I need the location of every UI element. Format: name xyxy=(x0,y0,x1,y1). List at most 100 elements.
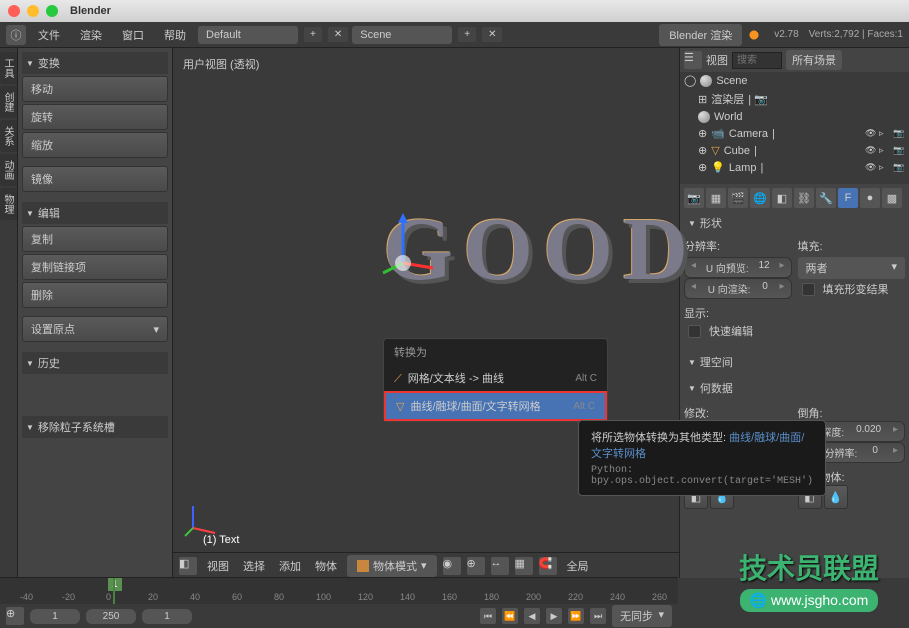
resolution-label: 分辨率: xyxy=(684,238,792,254)
prev-keyframe-button[interactable]: ⏪ xyxy=(502,608,518,624)
prop-tab-modifiers[interactable]: 🔧 xyxy=(816,188,836,208)
layout-remove-button[interactable]: ✕ xyxy=(328,27,348,42)
prop-tab-data[interactable]: F xyxy=(838,188,858,208)
fill-deform-checkbox[interactable] xyxy=(802,283,815,296)
current-frame-field[interactable]: 1 xyxy=(142,609,192,624)
prop-tab-layers[interactable]: ▦ xyxy=(706,188,726,208)
prop-tab-material[interactable]: ● xyxy=(860,188,880,208)
axis-indicator xyxy=(183,498,223,538)
render-engine-selector[interactable]: Blender 渲染 xyxy=(659,24,742,46)
transform-panel-header[interactable]: 变换 xyxy=(22,52,168,74)
viewport-info-label: 用户视图 (透视) xyxy=(183,56,259,72)
tree-world[interactable]: World xyxy=(680,109,909,125)
prop-tab-texture[interactable]: ▩ xyxy=(882,188,902,208)
outliner-filter-dropdown[interactable]: 所有场景 xyxy=(786,50,842,70)
menu-file[interactable]: 文件 xyxy=(30,25,68,45)
play-button[interactable]: ▶ xyxy=(546,608,562,624)
orientation-selector[interactable]: 全局 xyxy=(563,556,593,576)
scene-selector[interactable]: Scene xyxy=(352,26,452,44)
transform-gizmo[interactable] xyxy=(368,208,438,278)
select-menu[interactable]: 选择 xyxy=(239,556,269,576)
convert-to-mesh-item[interactable]: ▽曲线/融球/曲面/文字转网格 Alt C xyxy=(384,391,607,421)
timeline-editor-icon[interactable]: ⊕ xyxy=(6,607,24,625)
duplicate-button[interactable]: 复制 xyxy=(22,226,168,252)
rotate-button[interactable]: 旋转 xyxy=(22,104,168,130)
context-menu-title: 转换为 xyxy=(384,339,607,365)
duplicate-linked-button[interactable]: 复制链接项 xyxy=(22,254,168,280)
tree-camera[interactable]: ⊕ 📹 Camera | 👁▹📷 xyxy=(680,125,909,142)
view-menu[interactable]: 视图 xyxy=(203,556,233,576)
prop-tab-scene[interactable]: 🎬 xyxy=(728,188,748,208)
close-window-button[interactable] xyxy=(8,5,20,17)
edit-panel-header[interactable]: 编辑 xyxy=(22,202,168,224)
playhead[interactable] xyxy=(113,578,115,604)
pivot-button[interactable]: ⊕ xyxy=(467,557,485,575)
tab-relations[interactable]: 关系 xyxy=(0,120,17,152)
3d-viewport[interactable]: 用户视图 (透视) GOOD (1) Text 转换为 ⟋网格/文本线 -> 曲… xyxy=(173,48,679,578)
scale-button[interactable]: 缩放 xyxy=(22,132,168,158)
tab-tools[interactable]: 工具 xyxy=(0,52,17,84)
editor-type-icon[interactable]: ◧ xyxy=(179,557,197,575)
start-frame-field[interactable]: 1 xyxy=(30,609,80,624)
shape-panel-header[interactable]: 形状 xyxy=(684,212,905,234)
object-menu[interactable]: 物体 xyxy=(311,556,341,576)
end-frame-field[interactable]: 250 xyxy=(86,609,136,624)
bevel-label: 倒角: xyxy=(798,405,906,421)
timeline-editor: 1 -40 -20 0 20 40 60 80 100 120 140 160 … xyxy=(0,577,678,627)
modify-label: 修改: xyxy=(684,405,792,421)
sync-mode-dropdown[interactable]: 无同步 xyxy=(612,605,672,627)
jump-start-button[interactable]: ⏮ xyxy=(480,608,496,624)
snap-button[interactable]: 🧲 xyxy=(539,557,557,575)
bevel-eyedropper[interactable]: 💧 xyxy=(824,485,848,509)
fill-mode-dropdown[interactable]: 两者 xyxy=(798,257,906,279)
minimize-window-button[interactable] xyxy=(27,5,39,17)
delete-button[interactable]: 删除 xyxy=(22,282,168,308)
next-keyframe-button[interactable]: ⏩ xyxy=(568,608,584,624)
active-object-label: (1) Text xyxy=(203,534,239,546)
tab-animation[interactable]: 动画 xyxy=(0,154,17,186)
preview-u-field[interactable]: U 向预览:12 xyxy=(684,257,792,278)
layout-add-button[interactable]: + xyxy=(304,27,322,42)
convert-to-curve-item[interactable]: ⟋网格/文本线 -> 曲线 Alt C xyxy=(384,365,607,391)
scene-add-button[interactable]: + xyxy=(458,27,476,42)
tools-panel: 变换 移动 旋转 缩放 镜像 编辑 复制 复制链接项 删除 设置原点 历史 移除… xyxy=(18,48,173,578)
mode-selector[interactable]: 物体模式 xyxy=(347,555,437,577)
render-u-field[interactable]: U 向渲染:0 xyxy=(684,278,792,299)
layout-selector[interactable]: Default xyxy=(198,26,298,44)
tree-lamp[interactable]: ⊕ 💡 Lamp | 👁▹📷 xyxy=(680,159,909,176)
scene-remove-button[interactable]: ✕ xyxy=(482,27,502,42)
outliner-search-input[interactable] xyxy=(732,52,782,69)
tool-tabs: 工具 创建 关系 动画 物理 xyxy=(0,48,18,578)
outliner-editor-icon[interactable]: ☰ xyxy=(684,51,702,69)
prop-tab-object[interactable]: ◧ xyxy=(772,188,792,208)
prop-tab-constraints[interactable]: ⛓ xyxy=(794,188,814,208)
menu-help[interactable]: 帮助 xyxy=(156,25,194,45)
add-menu[interactable]: 添加 xyxy=(275,556,305,576)
outliner-view-menu[interactable]: 视图 xyxy=(706,52,728,68)
tab-create[interactable]: 创建 xyxy=(0,86,17,118)
timeline-ruler[interactable]: 1 -40 -20 0 20 40 60 80 100 120 140 160 … xyxy=(0,578,678,604)
jump-end-button[interactable]: ⏭ xyxy=(590,608,606,624)
maximize-window-button[interactable] xyxy=(46,5,58,17)
translate-button[interactable]: 移动 xyxy=(22,76,168,102)
info-editor-icon[interactable]: ⓘ xyxy=(6,25,26,45)
viewport-header: ◧ 视图 选择 添加 物体 物体模式 ◉ ⊕ ↔ ▦ 🧲 全局 xyxy=(173,552,679,578)
manipulator-button[interactable]: ↔ xyxy=(491,557,509,575)
tree-scene[interactable]: ◯ Scene xyxy=(680,72,909,89)
prop-tab-world[interactable]: 🌐 xyxy=(750,188,770,208)
shading-mode-button[interactable]: ◉ xyxy=(443,557,461,575)
play-reverse-button[interactable]: ◀ xyxy=(524,608,540,624)
menu-render[interactable]: 渲染 xyxy=(72,25,110,45)
set-origin-dropdown[interactable]: 设置原点 xyxy=(22,316,168,342)
layers-button[interactable]: ▦ xyxy=(515,557,533,575)
menu-window[interactable]: 窗口 xyxy=(114,25,152,45)
particle-panel-header[interactable]: 移除粒子系统槽 xyxy=(22,416,168,438)
fast-edit-checkbox[interactable] xyxy=(688,325,701,338)
tree-render-layers[interactable]: ⊞ 渲染层 | 📷 xyxy=(680,89,909,109)
texture-space-header[interactable]: 理空间 xyxy=(684,351,905,373)
tree-cube[interactable]: ⊕ ▽ Cube | 👁▹📷 xyxy=(680,142,909,159)
tab-physics[interactable]: 物理 xyxy=(0,188,17,220)
geometry-header[interactable]: 何数据 xyxy=(684,377,905,399)
history-panel-header[interactable]: 历史 xyxy=(22,352,168,374)
mirror-button[interactable]: 镜像 xyxy=(22,166,168,192)
